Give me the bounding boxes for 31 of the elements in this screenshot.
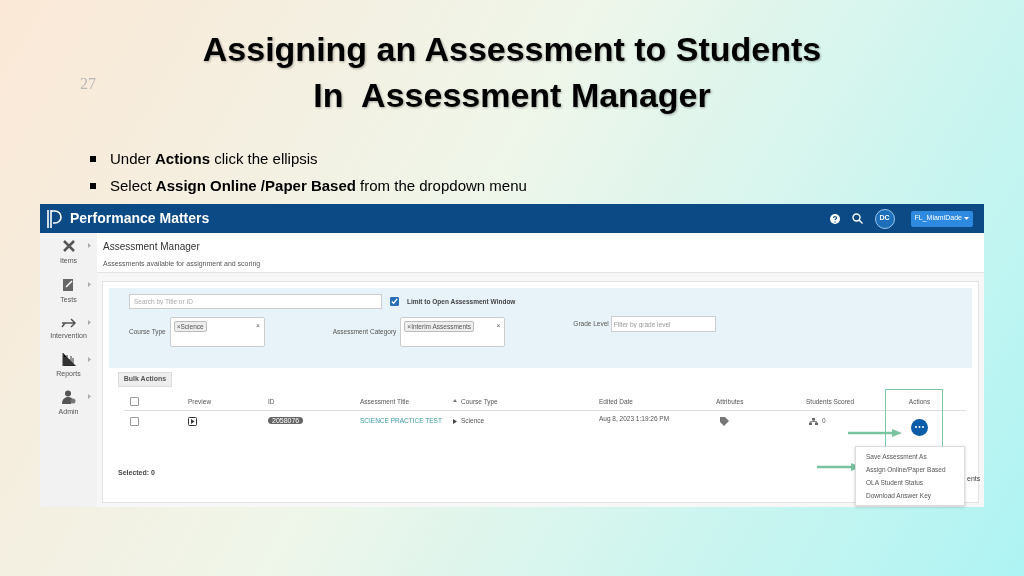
arrow-icon [60,316,77,328]
bullet-text: Select Assign Online /Paper Based from the dropdown menu [110,175,527,196]
chevron-icon [88,243,91,248]
checkbox[interactable] [130,416,139,426]
chevron-icon [88,394,91,399]
bullet-icon [90,156,96,163]
checkbox[interactable] [390,297,399,306]
hierarchy-icon [809,417,818,425]
chevron-icon [88,356,91,362]
test-icon [62,277,75,292]
help-icon[interactable] [829,213,840,224]
page-title: Assessment Manager [103,240,201,254]
user-gear-icon [61,390,76,404]
slide-title: In Assessment Manager [313,75,711,116]
play-icon[interactable] [453,418,457,424]
search-icon[interactable] [851,213,863,224]
brand-name: Performance Matters [70,209,210,228]
caret-icon [964,217,969,220]
ellipsis-button[interactable] [911,418,928,436]
chevron-icon [88,281,91,287]
logo-icon [46,208,64,229]
preview-icon[interactable] [188,416,197,426]
chevron-icon [88,320,91,325]
tag-icon[interactable] [720,416,729,426]
bullet-text: Under Actions click the ellipsis [110,149,318,169]
slide-title: Assigning an Assessment to Students [202,29,822,70]
checkbox[interactable] [130,397,139,406]
bullet-icon [90,182,96,189]
slide-number: 27 [80,74,96,94]
tools-icon [61,239,76,253]
sort-icon[interactable] [453,398,457,402]
